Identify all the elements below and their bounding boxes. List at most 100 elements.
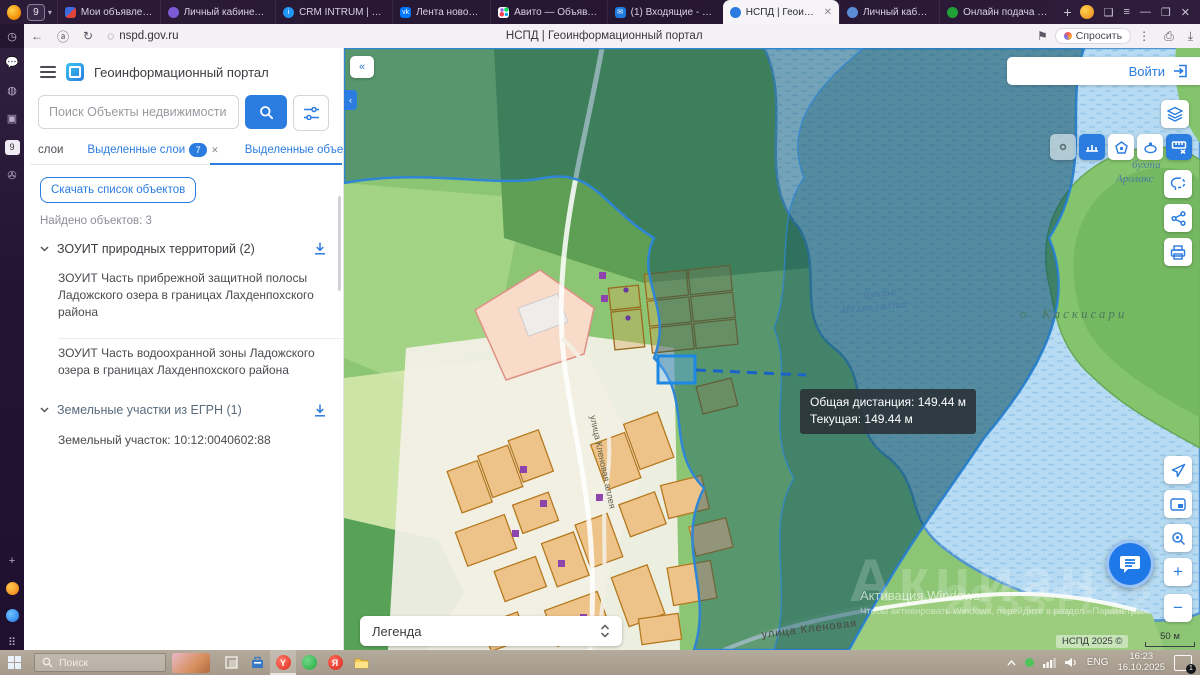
browser-tab-mail[interactable]: ✉ (1) Входящие - По... bbox=[607, 0, 723, 24]
my-location-button[interactable] bbox=[1164, 456, 1192, 484]
close-tab-layers-icon[interactable]: ✕ bbox=[211, 145, 219, 156]
restore-button[interactable]: ❐ bbox=[1161, 6, 1171, 19]
minimap-button[interactable] bbox=[1164, 490, 1192, 518]
measure-point-button[interactable] bbox=[1050, 134, 1076, 160]
volume-icon[interactable] bbox=[1065, 657, 1078, 668]
tab-selected-layers[interactable]: Выделенные слои 7 ✕ bbox=[85, 143, 220, 157]
kebab-menu-icon[interactable]: ⋮ bbox=[1138, 29, 1150, 43]
bookmark-icon[interactable]: ⚑ bbox=[1037, 29, 1048, 43]
network-icon[interactable] bbox=[1043, 657, 1056, 668]
chat-icon[interactable]: 💬 bbox=[5, 56, 19, 70]
search-button[interactable] bbox=[245, 95, 287, 129]
close-tab-icon[interactable]: ✕ bbox=[824, 7, 832, 18]
collapse-panel-button[interactable]: « bbox=[350, 56, 374, 78]
group-parcels[interactable]: Земельные участки из ЕГРН (1) bbox=[40, 403, 327, 418]
browser-tab-cabinet1[interactable]: Личный кабинет в... bbox=[160, 0, 275, 24]
object-item[interactable]: ЗОУИТ Часть прибрежной защитной полосы Л… bbox=[58, 264, 343, 330]
yandex-app-button[interactable]: Я bbox=[322, 650, 348, 675]
news-widget-thumbnail[interactable] bbox=[172, 653, 210, 673]
browser-tab-cabinet2[interactable]: Личный кабинет bbox=[839, 0, 939, 24]
site-badge-icon[interactable]: ◌ bbox=[107, 29, 114, 43]
music-icon[interactable] bbox=[6, 582, 19, 595]
clear-measure-button[interactable] bbox=[1166, 134, 1192, 160]
zoom-out-button[interactable]: − bbox=[1164, 594, 1192, 622]
print-button[interactable] bbox=[1164, 238, 1192, 266]
legend-bar[interactable]: Легенда bbox=[360, 616, 622, 646]
map-canvas[interactable]: бухта Нехвалахти бухта Аролакс о. Каскис… bbox=[344, 48, 1200, 650]
ask-ai-button[interactable]: Спросить bbox=[1055, 28, 1131, 44]
browser-tab-vk-news[interactable]: vk Лента новостей bbox=[392, 0, 490, 24]
alice-icon[interactable]: ◍ bbox=[5, 84, 19, 98]
taskbar-search[interactable]: Поиск bbox=[34, 653, 166, 672]
search-icon bbox=[259, 105, 274, 120]
object-item[interactable]: ЗОУИТ Часть водоохранной зоны Ладожского… bbox=[58, 338, 343, 389]
browser-tab-myads[interactable]: Мои объявления bbox=[57, 0, 160, 24]
download-icon[interactable]: ⤓ bbox=[1188, 29, 1193, 44]
browser-logo-icon[interactable] bbox=[7, 5, 21, 20]
dialog-icon[interactable]: ❑ bbox=[1104, 6, 1114, 19]
language-indicator[interactable]: ENG bbox=[1087, 657, 1109, 668]
download-objects-list-button[interactable]: Скачать список объектов bbox=[40, 177, 196, 203]
new-tab-button[interactable]: + bbox=[1055, 4, 1079, 20]
layers-button[interactable] bbox=[1161, 100, 1189, 128]
tabs-panel-icon[interactable]: 9 bbox=[5, 140, 20, 155]
screenshot-icon[interactable]: ✇ bbox=[5, 169, 19, 183]
browser-tab-online[interactable]: Онлайн подача за... bbox=[939, 0, 1055, 24]
chevron-down-icon bbox=[40, 407, 49, 413]
yandex-browser-button[interactable]: Y bbox=[270, 650, 296, 675]
messenger-icon[interactable] bbox=[6, 609, 19, 622]
start-button[interactable] bbox=[0, 650, 28, 675]
store-button[interactable] bbox=[244, 650, 270, 675]
close-window-button[interactable]: ✕ bbox=[1181, 6, 1190, 19]
tray-green-dot-icon[interactable] bbox=[1025, 658, 1034, 667]
yandex-page-icon[interactable]: ⓐ bbox=[57, 28, 69, 45]
panel-edge-toggle[interactable]: ‹ bbox=[344, 90, 357, 110]
history-clock-icon[interactable]: ◷ bbox=[0, 24, 24, 48]
apps-grid-icon[interactable]: ⠿ bbox=[5, 636, 19, 650]
browser-tab-nspd-active[interactable]: НСПД | Геоинф... ✕ bbox=[723, 0, 839, 24]
minimize-button[interactable]: — bbox=[1140, 6, 1151, 18]
profile-avatar[interactable] bbox=[1080, 5, 1094, 19]
share-button[interactable] bbox=[1164, 204, 1192, 232]
menu-icon[interactable] bbox=[40, 66, 56, 78]
search-on-map-button[interactable] bbox=[1164, 524, 1192, 552]
download-group-icon[interactable] bbox=[313, 403, 327, 418]
hidden-icons-chevron[interactable] bbox=[1007, 660, 1016, 666]
search-input[interactable] bbox=[38, 95, 239, 129]
taskbar-clock[interactable]: 16:23 16.10.2025 bbox=[1117, 652, 1165, 674]
group-zouit[interactable]: ЗОУИТ природных территорий (2) bbox=[40, 241, 327, 256]
back-icon[interactable]: ← bbox=[31, 29, 43, 43]
measure-circle-button[interactable] bbox=[1137, 134, 1163, 160]
url-text[interactable]: nspd.gov.ru bbox=[119, 30, 178, 42]
extension-icon[interactable]: ⎙ bbox=[1164, 29, 1174, 44]
task-view-button[interactable] bbox=[218, 650, 244, 675]
point-icon bbox=[1058, 142, 1068, 152]
browser-tab-crm[interactable]: i CRM INTRUM | БК... bbox=[275, 0, 392, 24]
notification-center-icon[interactable]: 1 bbox=[1174, 655, 1192, 671]
expand-collapse-icon[interactable] bbox=[600, 624, 610, 638]
add-service-icon[interactable]: + bbox=[5, 554, 19, 568]
measure-distance-button[interactable] bbox=[1079, 134, 1105, 160]
zoom-in-button[interactable]: + bbox=[1164, 558, 1192, 586]
browser-tab-avito[interactable]: Авито — Объявле... bbox=[490, 0, 607, 24]
filter-button[interactable] bbox=[293, 95, 329, 131]
avito-favicon bbox=[498, 7, 509, 18]
green-app-button[interactable] bbox=[296, 650, 322, 675]
collections-icon[interactable]: ▣ bbox=[5, 112, 19, 126]
browser-menu-icon[interactable]: ≡ bbox=[1123, 6, 1129, 18]
tab-layers[interactable]: слои bbox=[36, 144, 65, 156]
vk-favicon: vk bbox=[400, 7, 411, 18]
tab-counter[interactable]: 9 bbox=[27, 4, 45, 21]
file-explorer-button[interactable] bbox=[348, 650, 374, 675]
download-group-icon[interactable] bbox=[313, 241, 327, 256]
active-tab-underline bbox=[210, 163, 342, 165]
login-button[interactable]: Войти bbox=[1129, 64, 1165, 79]
cabinet2-favicon bbox=[847, 7, 858, 18]
nspd-favicon bbox=[730, 7, 741, 18]
parcel-item[interactable]: Земельный участок: 10:12:0040602:88 bbox=[58, 426, 343, 459]
select-area-button[interactable] bbox=[1164, 170, 1192, 198]
measure-area-button[interactable] bbox=[1108, 134, 1134, 160]
chevron-down-icon[interactable]: ▾ bbox=[48, 8, 52, 17]
panel-scrollbar[interactable] bbox=[338, 196, 341, 291]
reload-icon[interactable]: ↻ bbox=[83, 29, 93, 43]
